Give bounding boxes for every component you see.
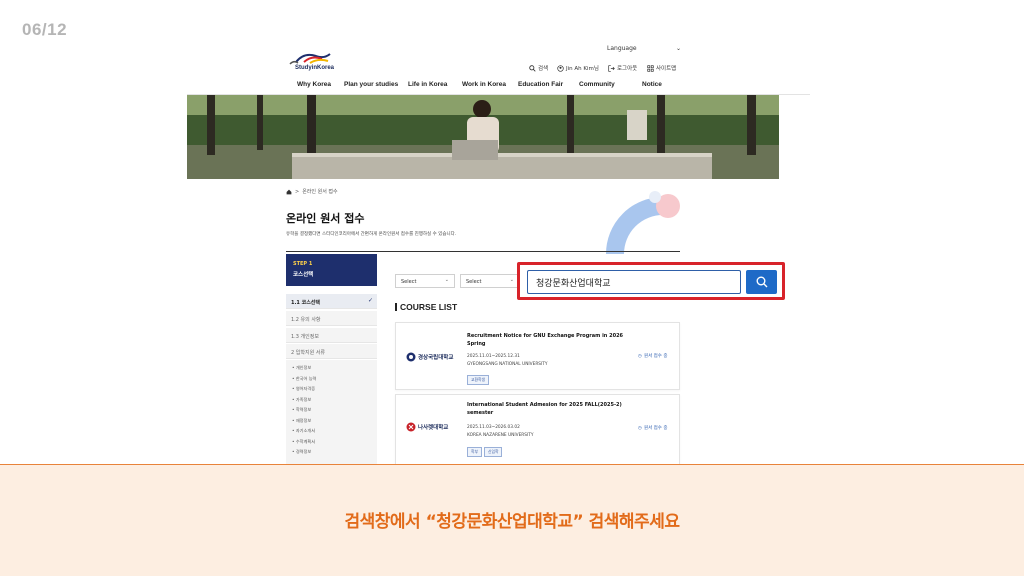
language-label: Language	[607, 45, 637, 52]
course-date: 2025.11.01~2025.12.31	[467, 354, 520, 359]
search-button[interactable]	[746, 270, 777, 294]
website-screenshot: Language ⌄ StudyinKorea 검색 Jin Ah Kim님 로…	[187, 38, 810, 466]
breadcrumb-current[interactable]: 온라인 원서 접수	[302, 188, 337, 195]
logout-link[interactable]: 로그아웃	[608, 64, 637, 72]
title-divider	[286, 251, 680, 252]
step-title: 코스선택	[293, 272, 314, 278]
sitemap-icon	[647, 64, 654, 72]
filter-select-value: Select	[466, 279, 482, 285]
step-item-label: 2 입학지원 서류	[291, 350, 325, 356]
logo-text: StudyinKorea	[295, 65, 335, 71]
chevron-down-icon: ⌄	[444, 277, 449, 283]
sub-step-list: • 개인정보 • 한국어 능력 • 영어자격증 • 가족정보 • 학력정보 • …	[286, 360, 377, 466]
step-item-label: 1.1 코스선택	[291, 300, 320, 306]
search-icon	[529, 64, 536, 72]
sub-step-item[interactable]: • 수학계획서	[292, 439, 371, 450]
sub-step-item[interactable]: • 가족정보	[292, 397, 371, 408]
university-logo: 경상국립대학교	[406, 350, 466, 364]
user-name: Jin Ah Kim님	[566, 66, 599, 72]
campus-banner-image	[187, 95, 779, 179]
step-item-label: 1.3 개인정보	[291, 334, 319, 340]
sub-step-item[interactable]: • 재정정보	[292, 418, 371, 429]
step-header: STEP 1 코스선택	[286, 254, 377, 286]
filter-select-value: Select	[401, 279, 417, 285]
step-item-personal-info[interactable]: 1.3 개인정보	[286, 328, 377, 343]
nav-education-fair[interactable]: Education Fair	[518, 81, 579, 88]
clock-icon: ◷	[638, 425, 642, 431]
course-date: 2025.11.03~2026.03.02	[467, 425, 520, 430]
nav-life-in-korea[interactable]: Life in Korea	[408, 81, 462, 88]
step-item-notice[interactable]: 1.2 유의 사항	[286, 311, 377, 326]
nav-work-in-korea[interactable]: Work in Korea	[462, 81, 518, 88]
step-item-documents[interactable]: 2 입학지원 서류	[286, 344, 377, 359]
filter-select-1[interactable]: Select ⌄	[395, 274, 455, 288]
university-emblem-icon	[406, 352, 416, 362]
application-status: ◷ 원서 접수 중	[638, 353, 668, 360]
step-item-course-selection[interactable]: 1.1 코스선택 ✓	[286, 294, 377, 309]
step-item-label: 1.2 유의 사항	[291, 317, 321, 323]
course-tag: 교환학생	[467, 375, 489, 385]
step-number: STEP 1	[293, 261, 313, 267]
nav-plan-your-studies[interactable]: Plan your studies	[344, 81, 408, 88]
nav-notice[interactable]: Notice	[642, 81, 662, 88]
course-tag: 신입학	[484, 447, 503, 457]
sub-step-item[interactable]: • 한국어 능력	[292, 376, 371, 387]
sitemap-link[interactable]: 사이트맵	[647, 64, 676, 72]
university-logo: 나사렛대학교	[406, 420, 466, 434]
course-title[interactable]: International Student Admesion for 2025 …	[467, 401, 637, 417]
nav-community[interactable]: Community	[579, 81, 642, 88]
search-link-label: 검색	[538, 66, 549, 72]
sub-step-item[interactable]: • 경력정보	[292, 449, 371, 460]
breadcrumb-separator: >	[295, 188, 300, 195]
course-card[interactable]: 경상국립대학교 Recruitment Notice for GNU Excha…	[395, 322, 680, 390]
page-title: 온라인 원서 접수	[286, 212, 365, 225]
user-icon	[557, 64, 564, 72]
clock-icon: ◷	[638, 353, 642, 359]
nav-why-korea[interactable]: Why Korea	[297, 81, 344, 88]
breadcrumb: > 온라인 원서 접수	[286, 188, 338, 195]
check-icon: ✓	[367, 297, 373, 304]
filter-select-2[interactable]: Select ⌄	[460, 274, 520, 288]
course-card[interactable]: 나사렛대학교 International Student Admesion fo…	[395, 394, 680, 466]
main-navigation: Why Korea Plan your studies Life in Kore…	[297, 81, 662, 88]
university-logo-name: 나사렛대학교	[418, 425, 449, 431]
sub-step-item[interactable]: • 자기소개서	[292, 428, 371, 439]
instruction-caption: 검색창에서 “청강문화산업대학교” 검색해주세요	[344, 512, 680, 532]
course-tag: 학부	[467, 447, 482, 457]
user-link[interactable]: Jin Ah Kim님	[557, 64, 599, 72]
logout-label: 로그아웃	[617, 66, 638, 72]
logout-icon	[608, 64, 615, 72]
university-logo-name: 경상국립대학교	[418, 355, 454, 361]
course-university: GYEONGSANG NATIONAL UNIVERSITY	[467, 362, 548, 367]
search-link[interactable]: 검색	[529, 64, 548, 72]
search-icon	[756, 276, 767, 288]
page-description: 유학을 결정했다면 스터디인코리아에서 간편하게 온라인원서 접수를 진행하실 …	[286, 232, 457, 237]
sub-step-item[interactable]: • 영어자격증	[292, 386, 371, 397]
application-status: ◷ 원서 접수 중	[638, 425, 668, 432]
chevron-down-icon: ⌄	[675, 45, 681, 52]
course-title[interactable]: Recruitment Notice for GNU Exchange Prog…	[467, 332, 637, 348]
slide-page-number: 06/12	[22, 20, 68, 39]
sub-step-item[interactable]: • 학력정보	[292, 407, 371, 418]
decorative-graphic	[606, 191, 680, 254]
language-selector[interactable]: Language ⌄	[607, 45, 681, 52]
home-icon[interactable]	[286, 189, 292, 195]
sitemap-label: 사이트맵	[656, 66, 677, 72]
course-university: KOREA NAZARENE UNIVERSITY	[467, 433, 534, 438]
course-list-heading: COURSE LIST	[395, 302, 457, 312]
chevron-down-icon: ⌄	[509, 277, 514, 283]
university-emblem-icon	[406, 422, 416, 432]
sub-step-item[interactable]: • 개인정보	[292, 365, 371, 376]
search-input[interactable]: 청강문화산업대학교	[527, 270, 741, 294]
